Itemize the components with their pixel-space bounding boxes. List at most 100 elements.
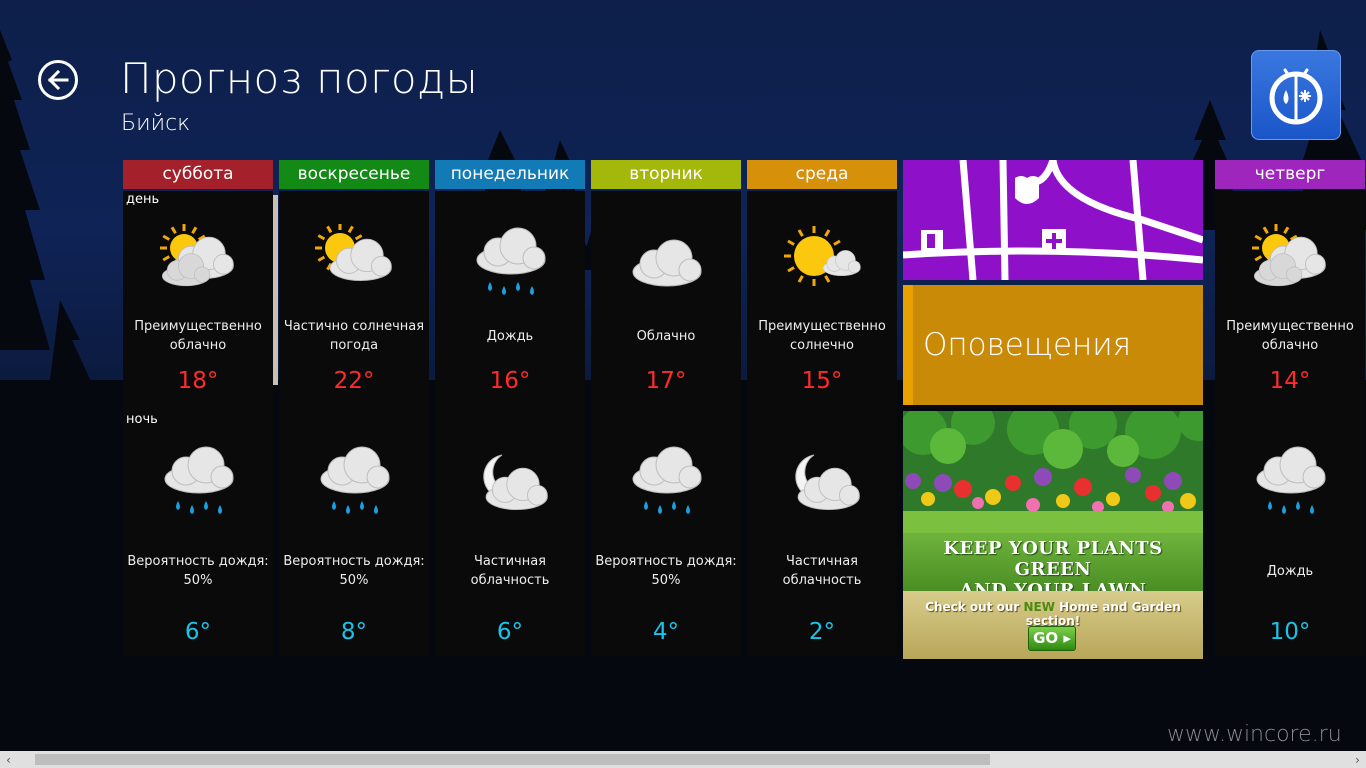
rain-icon [320,446,390,514]
horizontal-scrollbar[interactable]: ‹ › [0,751,1366,768]
night-condition: Вероятность дождя: 50% [123,551,273,591]
night-condition: Частичная облачность [435,551,585,591]
day-forecast: Частично солнечная погода 22° [279,191,429,411]
day-column[interactable]: среда Преимущественно солнечно 15° Частич… [747,160,897,656]
alerts-accent [903,285,913,405]
condition-line: солнечно [789,338,855,353]
night-forecast: Частичная облачность 6° [435,411,585,656]
ad-subtext-before: Check out our [925,600,1024,614]
condition-line: Вероятность дождя: [127,554,269,569]
day-condition: Облачно [591,316,741,356]
condition-line: Частично солнечная [283,319,425,334]
night-condition: Частичная облачность [747,551,897,591]
map-icon [903,160,1203,280]
column-divider [273,195,278,385]
night-temperature: 6° [184,619,212,645]
mostly-sunny-icon [784,226,861,286]
night-forecast: Дождь 10° [1215,411,1365,656]
condition-line: Вероятность дождя: [595,554,737,569]
condition-line: Преимущественно [1226,319,1354,334]
night-temperature: 8° [340,619,368,645]
day-column[interactable]: четверг Преимущественно облачно 14° Дождь… [1215,160,1365,656]
day-header: вторник [591,160,741,189]
condition-line: облачность [470,573,550,588]
moon-cloud-icon [483,454,548,511]
day-temperature: 18° [177,368,219,394]
arrow-left-icon [47,69,69,91]
ad-go-label: GO [1033,629,1059,647]
day-column[interactable]: суббота день Преимущественно облачно 18° … [123,160,273,656]
day-condition: Преимущественно облачно [1215,316,1365,356]
condition-line: облачно [1261,338,1319,353]
condition-line: 50% [183,573,213,588]
condition-line: облачность [782,573,862,588]
rain-icon [164,446,234,514]
cloudy-icon [632,239,702,287]
ad-footer: Check out our NEW Home and Garden sectio… [903,591,1203,659]
city-name: Бийск [121,111,191,136]
condition-line: Частичная [473,554,546,569]
partly-sunny-icon [315,224,392,282]
day-header: среда [747,160,897,189]
watermark: www.wincore.ru [1167,722,1342,747]
condition-line: Преимущественно [134,319,262,334]
scroll-right-button[interactable]: › [1349,751,1366,768]
day-header: понедельник [435,160,585,189]
ad-subtext-new: NEW [1023,600,1055,614]
scroll-left-button[interactable]: ‹ [0,751,17,768]
condition-line: облачно [169,338,227,353]
day-condition: Преимущественно солнечно [747,316,897,356]
condition-line: Дождь [1266,563,1314,579]
alerts-label: Оповещения [923,327,1132,363]
ad-go-button[interactable]: GO ▸ [1028,626,1076,651]
night-temperature: 4° [652,619,680,645]
ad-headline: KEEP YOUR PLANTS GREEN AND YOUR LAWN PRI… [903,533,1203,622]
night-forecast: Вероятность дождя: 50% 8° [279,411,429,656]
back-button[interactable] [38,60,78,100]
condition-line: 50% [339,573,369,588]
day-column[interactable]: понедельник Дождь 16° Частичная облачност… [435,160,585,656]
night-forecast: Частичная облачность 2° [747,411,897,656]
chevron-right-icon: › [1355,752,1360,767]
night-forecast: ночь Вероятность дождя: 50% 6° [123,411,273,656]
day-temperature: 22° [333,368,375,394]
app-logo[interactable] [1251,50,1341,140]
condition-line: 50% [651,573,681,588]
ad-headline-line1: KEEP YOUR PLANTS GREEN [943,538,1163,580]
condition-line: Преимущественно [758,319,886,334]
condition-line: погода [329,338,379,353]
night-temperature: 2° [808,619,836,645]
day-header: четверг [1215,160,1365,189]
moon-cloud-icon [795,454,860,511]
night-condition: Вероятность дождя: 50% [591,551,741,591]
day-header: воскресенье [279,160,429,189]
rain-icon [632,446,702,514]
rain-icon [476,227,546,295]
scrollbar-thumb[interactable] [35,754,990,765]
mostly-cloudy-icon [1252,224,1326,287]
rain-icon [1256,446,1326,514]
night-temperature: 6° [496,619,524,645]
day-condition: Преимущественно облачно [123,316,273,356]
advertisement-tile[interactable]: KEEP YOUR PLANTS GREEN AND YOUR LAWN PRI… [903,411,1203,659]
weatherbug-logo-icon [1269,68,1323,125]
day-forecast: Дождь 16° [435,191,585,411]
page-title: Прогноз погоды [120,54,479,103]
ad-subtext: Check out our NEW Home and Garden sectio… [903,600,1203,628]
condition-line: Вероятность дождя: [283,554,425,569]
day-temperature: 14° [1269,368,1311,394]
day-temperature: 16° [489,368,531,394]
alerts-tile[interactable]: Оповещения [903,285,1203,405]
condition-line: Дождь [486,328,534,344]
night-condition: Вероятность дождя: 50% [279,551,429,591]
day-column[interactable]: вторник Облачно 17° Вероятность дождя: 50… [591,160,741,656]
day-forecast: день Преимущественно облачно 18° [123,191,273,411]
day-column[interactable]: воскресенье Частично солнечная погода 22°… [279,160,429,656]
day-condition: Частично солнечная погода [279,316,429,356]
day-temperature: 17° [645,368,687,394]
mostly-cloudy-icon [160,224,234,287]
day-forecast: Преимущественно облачно 14° [1215,191,1365,411]
garden-image [903,411,1203,533]
condition-line: Облачно [636,328,696,344]
map-tile[interactable] [903,160,1203,280]
